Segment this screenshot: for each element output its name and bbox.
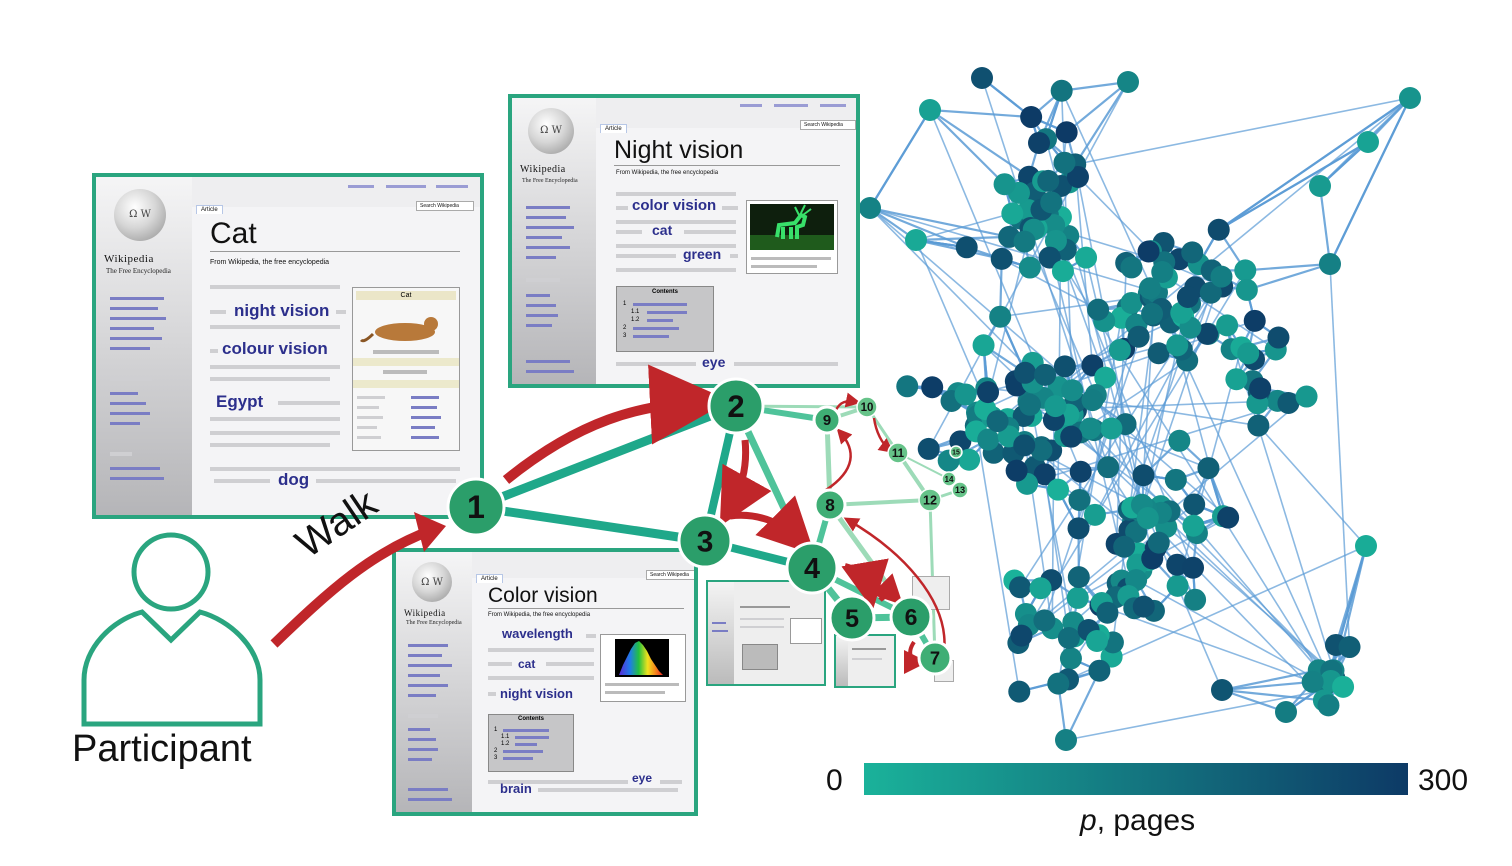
participant-icon bbox=[81, 532, 263, 727]
walk-node-label: 3 bbox=[697, 525, 714, 558]
walk-node-label: 12 bbox=[923, 493, 937, 507]
walk-node-label: 13 bbox=[955, 485, 965, 495]
walk-arrow bbox=[270, 525, 434, 648]
walk-node-6: 6 bbox=[889, 595, 933, 639]
walk-node-10: 10 bbox=[856, 396, 878, 418]
walk-node-1: 1 bbox=[446, 477, 506, 537]
walk-node-15: 15 bbox=[949, 445, 963, 459]
walk-node-2: 2 bbox=[707, 377, 765, 435]
walk-node-label: 14 bbox=[945, 475, 954, 484]
walk-node-12: 12 bbox=[918, 488, 942, 512]
colorbar-title: p, pages bbox=[1080, 804, 1195, 838]
walk-node-label: 15 bbox=[952, 449, 960, 456]
walk-node-label: 1 bbox=[467, 489, 485, 525]
walk-node-9: 9 bbox=[812, 405, 842, 435]
walk-arrow bbox=[872, 417, 894, 454]
walk-node-4: 4 bbox=[785, 541, 839, 595]
colorbar bbox=[864, 763, 1408, 795]
walk-node-14: 14 bbox=[941, 471, 957, 487]
walk-arrow bbox=[719, 439, 772, 527]
walk-arrow bbox=[502, 364, 730, 484]
walk-arrow bbox=[834, 392, 861, 411]
colorbar-min-label: 0 bbox=[826, 764, 843, 797]
walk-node-7: 7 bbox=[917, 640, 953, 676]
colorbar-max-label: 300 bbox=[1418, 764, 1469, 797]
walk-node-11: 11 bbox=[887, 442, 909, 464]
walk-node-label: 2 bbox=[727, 389, 744, 424]
figure: Wikipedia The Free Encyclopedia Article … bbox=[0, 0, 1512, 866]
walk-arrow bbox=[871, 573, 904, 606]
walk-node-label: 11 bbox=[892, 448, 905, 460]
walk-node-label: 4 bbox=[804, 553, 820, 585]
walk-node-label: 8 bbox=[825, 495, 835, 515]
colorbar-unit: , pages bbox=[1096, 804, 1196, 837]
walk-node-label: 7 bbox=[930, 647, 940, 668]
walk-node-label: 5 bbox=[845, 605, 859, 633]
walk-graph-nodes: 12345 6789101112131415 bbox=[446, 377, 969, 676]
participant-label: Participant bbox=[72, 728, 252, 770]
walk-arrow bbox=[825, 428, 853, 492]
walk-arrow bbox=[729, 495, 815, 555]
walk-node-5: 5 bbox=[828, 594, 876, 642]
walk-node-label: 10 bbox=[861, 402, 874, 414]
walk-arrow bbox=[841, 558, 889, 610]
walk-node-3: 3 bbox=[677, 513, 733, 569]
walk-node-8: 8 bbox=[813, 488, 847, 522]
walk-node-label: 9 bbox=[823, 412, 831, 429]
colorbar-var: p bbox=[1080, 804, 1097, 837]
walk-node-label: 6 bbox=[905, 604, 918, 630]
